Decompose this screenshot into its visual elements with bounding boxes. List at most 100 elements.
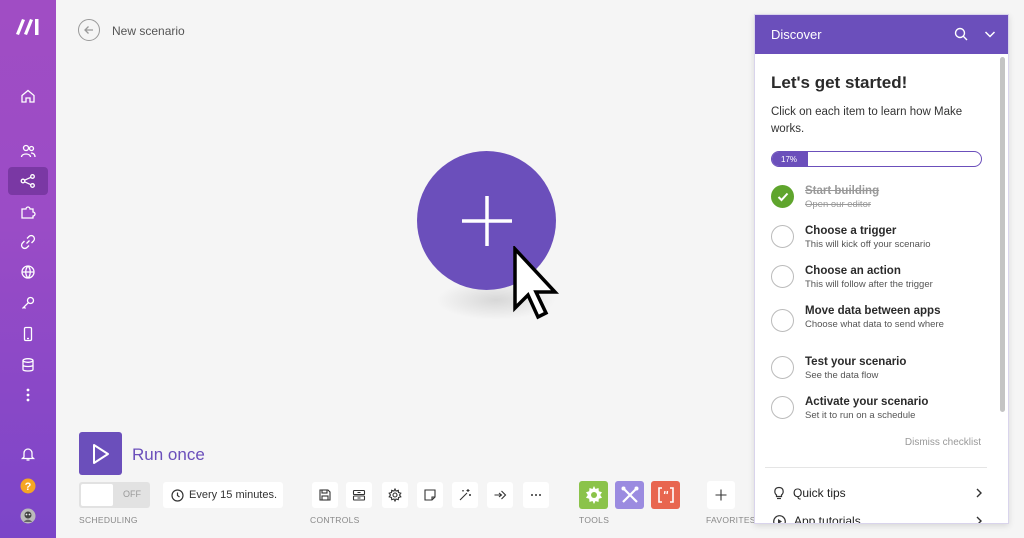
checklist-item-subtitle: This will kick off your scenario	[805, 239, 931, 250]
tools-icon	[621, 486, 638, 503]
checklist-item-subtitle: See the data flow	[805, 370, 879, 381]
panel-scrollbar[interactable]	[1000, 57, 1005, 412]
checklist-item-title: Start building	[805, 185, 880, 197]
checklist-item-title: Move data between apps	[805, 305, 941, 317]
checklist-item-subtitle: Set it to run on a schedule	[805, 410, 916, 421]
clock-icon	[171, 488, 184, 502]
sidebar: ?	[0, 0, 56, 538]
scenarios-icon[interactable]	[8, 167, 48, 195]
toggle-knob	[81, 484, 113, 506]
controls-label: CONTROLS	[310, 515, 360, 525]
scenario-io-button[interactable]	[346, 482, 372, 508]
check-empty-icon	[771, 309, 794, 332]
plus-icon	[461, 195, 512, 246]
quick-tips-link[interactable]: Quick tips	[773, 486, 983, 500]
checklist-item-choose-trigger[interactable]: Choose a trigger This will kick off your…	[771, 224, 992, 264]
scheduling-toggle[interactable]: OFF	[79, 482, 150, 508]
scheduling-label: SCHEDULING	[79, 515, 138, 525]
keys-icon[interactable]	[8, 289, 48, 317]
checklist-item-subtitle: Open our editor	[805, 199, 872, 210]
json-tools-button[interactable]	[651, 481, 680, 509]
json-brackets-icon	[657, 487, 674, 503]
play-icon	[92, 443, 109, 464]
more-dots-icon	[531, 494, 541, 496]
discover-panel: Discover Let's get started! Click on eac…	[754, 14, 1009, 524]
checklist-item-title: Choose an action	[805, 265, 901, 277]
connections-icon[interactable]	[8, 228, 48, 256]
avatar[interactable]	[8, 502, 48, 530]
make-logo[interactable]	[14, 16, 42, 36]
notes-icon	[424, 489, 436, 501]
play-circle-icon	[773, 514, 786, 523]
mouse-cursor-icon	[513, 246, 560, 320]
checklist-item-title: Activate your scenario	[805, 396, 929, 408]
quick-tips-label: Quick tips	[793, 486, 846, 500]
flow-control-icon	[494, 490, 507, 500]
schedule-label: Every 15 minutes.	[189, 489, 278, 501]
svg-text:?: ?	[25, 481, 32, 493]
scenario-io-icon	[352, 489, 366, 501]
checklist-item-subtitle: Choose what data to send where	[805, 319, 944, 330]
checklist-item-title: Test your scenario	[805, 356, 907, 368]
check-complete-icon	[771, 185, 794, 208]
check-empty-icon	[771, 265, 794, 288]
check-empty-icon	[771, 356, 794, 379]
devices-icon[interactable]	[8, 320, 48, 348]
discover-title: Discover	[771, 27, 822, 42]
app-tutorials-label: App tutorials	[794, 514, 861, 524]
checklist-item-move-data[interactable]: Move data between apps Choose what data …	[771, 304, 992, 355]
checklist-item-choose-action[interactable]: Choose an action This will follow after …	[771, 264, 992, 304]
save-icon	[319, 489, 331, 501]
search-icon[interactable]	[954, 27, 968, 41]
settings-gear-icon	[388, 488, 402, 502]
favorites-label: FAVORITES	[706, 515, 756, 525]
checklist-item-activate-scenario[interactable]: Activate your scenario Set it to run on …	[771, 395, 992, 435]
chevron-right-icon	[976, 488, 982, 498]
chevron-down-icon[interactable]	[984, 28, 996, 40]
run-once-label[interactable]: Run once	[132, 445, 205, 465]
checklist-item-title: Choose a trigger	[805, 225, 897, 237]
tools-button[interactable]	[615, 481, 644, 509]
data-stores-icon[interactable]	[8, 351, 48, 379]
toggle-state: OFF	[123, 489, 141, 499]
discover-header: Discover	[755, 15, 1008, 54]
back-button[interactable]	[78, 19, 100, 41]
arrow-left-icon	[84, 26, 93, 34]
checklist-heading: Let's get started!	[771, 73, 908, 92]
team-icon[interactable]	[8, 137, 48, 165]
checklist-intro: Click on each item to learn how Make wor…	[771, 106, 963, 135]
checklist-item-subtitle: This will follow after the trigger	[805, 279, 933, 290]
app-tutorials-link[interactable]: App tutorials	[773, 514, 983, 524]
run-once-button[interactable]	[79, 432, 122, 475]
gear-icon	[585, 486, 602, 504]
auto-align-button[interactable]	[452, 482, 478, 508]
checklist-item-test-scenario[interactable]: Test your scenario See the data flow	[771, 355, 992, 395]
dismiss-checklist-link[interactable]: Dismiss checklist	[905, 437, 981, 448]
plus-icon	[715, 489, 727, 501]
settings-button[interactable]	[382, 482, 408, 508]
check-empty-icon	[771, 396, 794, 419]
auto-align-icon	[459, 489, 471, 501]
progress-text: 17%	[781, 155, 798, 164]
notifications-icon[interactable]	[8, 440, 48, 468]
notes-button[interactable]	[417, 482, 443, 508]
schedule-interval-button[interactable]: Every 15 minutes.	[163, 482, 283, 508]
home-icon[interactable]	[8, 82, 48, 110]
checklist-item-start-building[interactable]: Start building Open our editor	[771, 184, 992, 224]
progress-bar: 17%	[771, 151, 982, 167]
add-favorite-button[interactable]	[707, 481, 735, 509]
webhooks-icon[interactable]	[8, 258, 48, 286]
chevron-right-icon	[976, 516, 982, 523]
save-button[interactable]	[312, 482, 338, 508]
check-empty-icon	[771, 225, 794, 248]
tools-flow-control-button[interactable]	[579, 481, 608, 509]
divider	[765, 467, 987, 468]
templates-icon[interactable]	[8, 198, 48, 226]
tools-label: TOOLS	[579, 515, 610, 525]
more-controls-button[interactable]	[523, 482, 549, 508]
more-icon[interactable]	[8, 381, 48, 409]
explain-flow-button[interactable]	[487, 482, 513, 508]
help-icon[interactable]: ?	[8, 472, 48, 500]
lightbulb-icon	[774, 486, 784, 500]
scenario-name[interactable]: New scenario	[112, 24, 185, 38]
